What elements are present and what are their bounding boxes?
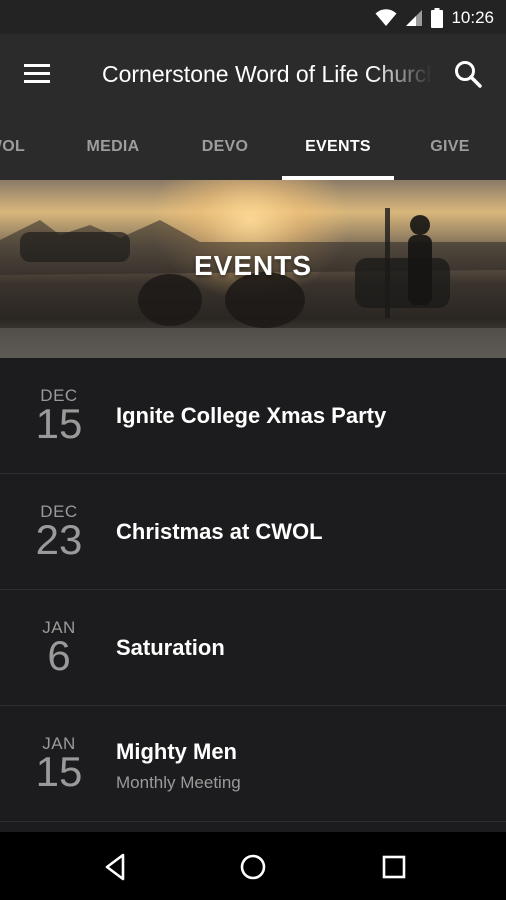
event-title: Christmas at CWOL <box>116 519 323 544</box>
event-date: JAN 15 <box>22 706 96 821</box>
tab-media[interactable]: MEDIA <box>57 114 169 180</box>
cell-signal-icon <box>406 10 423 26</box>
event-title: Mighty Men <box>116 739 237 764</box>
tab-cwol[interactable]: CWOL <box>0 114 56 180</box>
events-hero-banner: EVENTS <box>0 180 506 358</box>
event-row[interactable]: JAN 15 Mighty Men Monthly Meeting <box>0 706 506 822</box>
status-icons: 10:26 <box>375 6 494 30</box>
event-row[interactable]: DEC 23 Christmas at CWOL <box>0 474 506 590</box>
app-title: Cornerstone Word of Life Church <box>102 61 432 87</box>
event-date: DEC 23 <box>22 474 96 589</box>
hero-title: EVENTS <box>193 250 313 281</box>
status-time: 10:26 <box>451 8 494 27</box>
tab-bar: CWOL MEDIA DEVO EVENTS GIVE <box>0 114 506 180</box>
event-title: Ignite College Xmas Party <box>116 403 387 428</box>
event-date: DEC 15 <box>22 358 96 473</box>
recents-icon[interactable] <box>377 850 411 884</box>
event-day: 6 <box>47 632 71 679</box>
event-day: 23 <box>35 516 83 563</box>
tab-devo[interactable]: DEVO <box>169 114 281 180</box>
event-day: 15 <box>35 748 83 795</box>
event-title: Saturation <box>116 635 225 660</box>
app-bar: Cornerstone Word of Life Church <box>0 34 506 114</box>
event-list: DEC 15 Ignite College Xmas Party DEC 23 … <box>0 358 506 832</box>
tab-events[interactable]: EVENTS <box>282 114 394 180</box>
event-day: 15 <box>35 400 83 447</box>
event-subtitle: Monthly Meeting <box>116 773 241 792</box>
battery-icon <box>431 8 444 28</box>
event-date: JAN 6 <box>22 590 96 705</box>
tab-give[interactable]: GIVE <box>394 114 506 180</box>
search-icon[interactable] <box>452 58 484 90</box>
event-row[interactable]: JAN 6 Saturation <box>0 590 506 706</box>
event-row[interactable]: DEC 15 Ignite College Xmas Party <box>0 358 506 474</box>
home-icon[interactable] <box>236 850 270 884</box>
status-bar: 10:26 <box>0 0 506 34</box>
menu-icon[interactable] <box>22 60 54 88</box>
wifi-icon <box>375 9 397 26</box>
back-icon[interactable] <box>98 850 132 884</box>
system-nav-bar <box>0 832 506 900</box>
